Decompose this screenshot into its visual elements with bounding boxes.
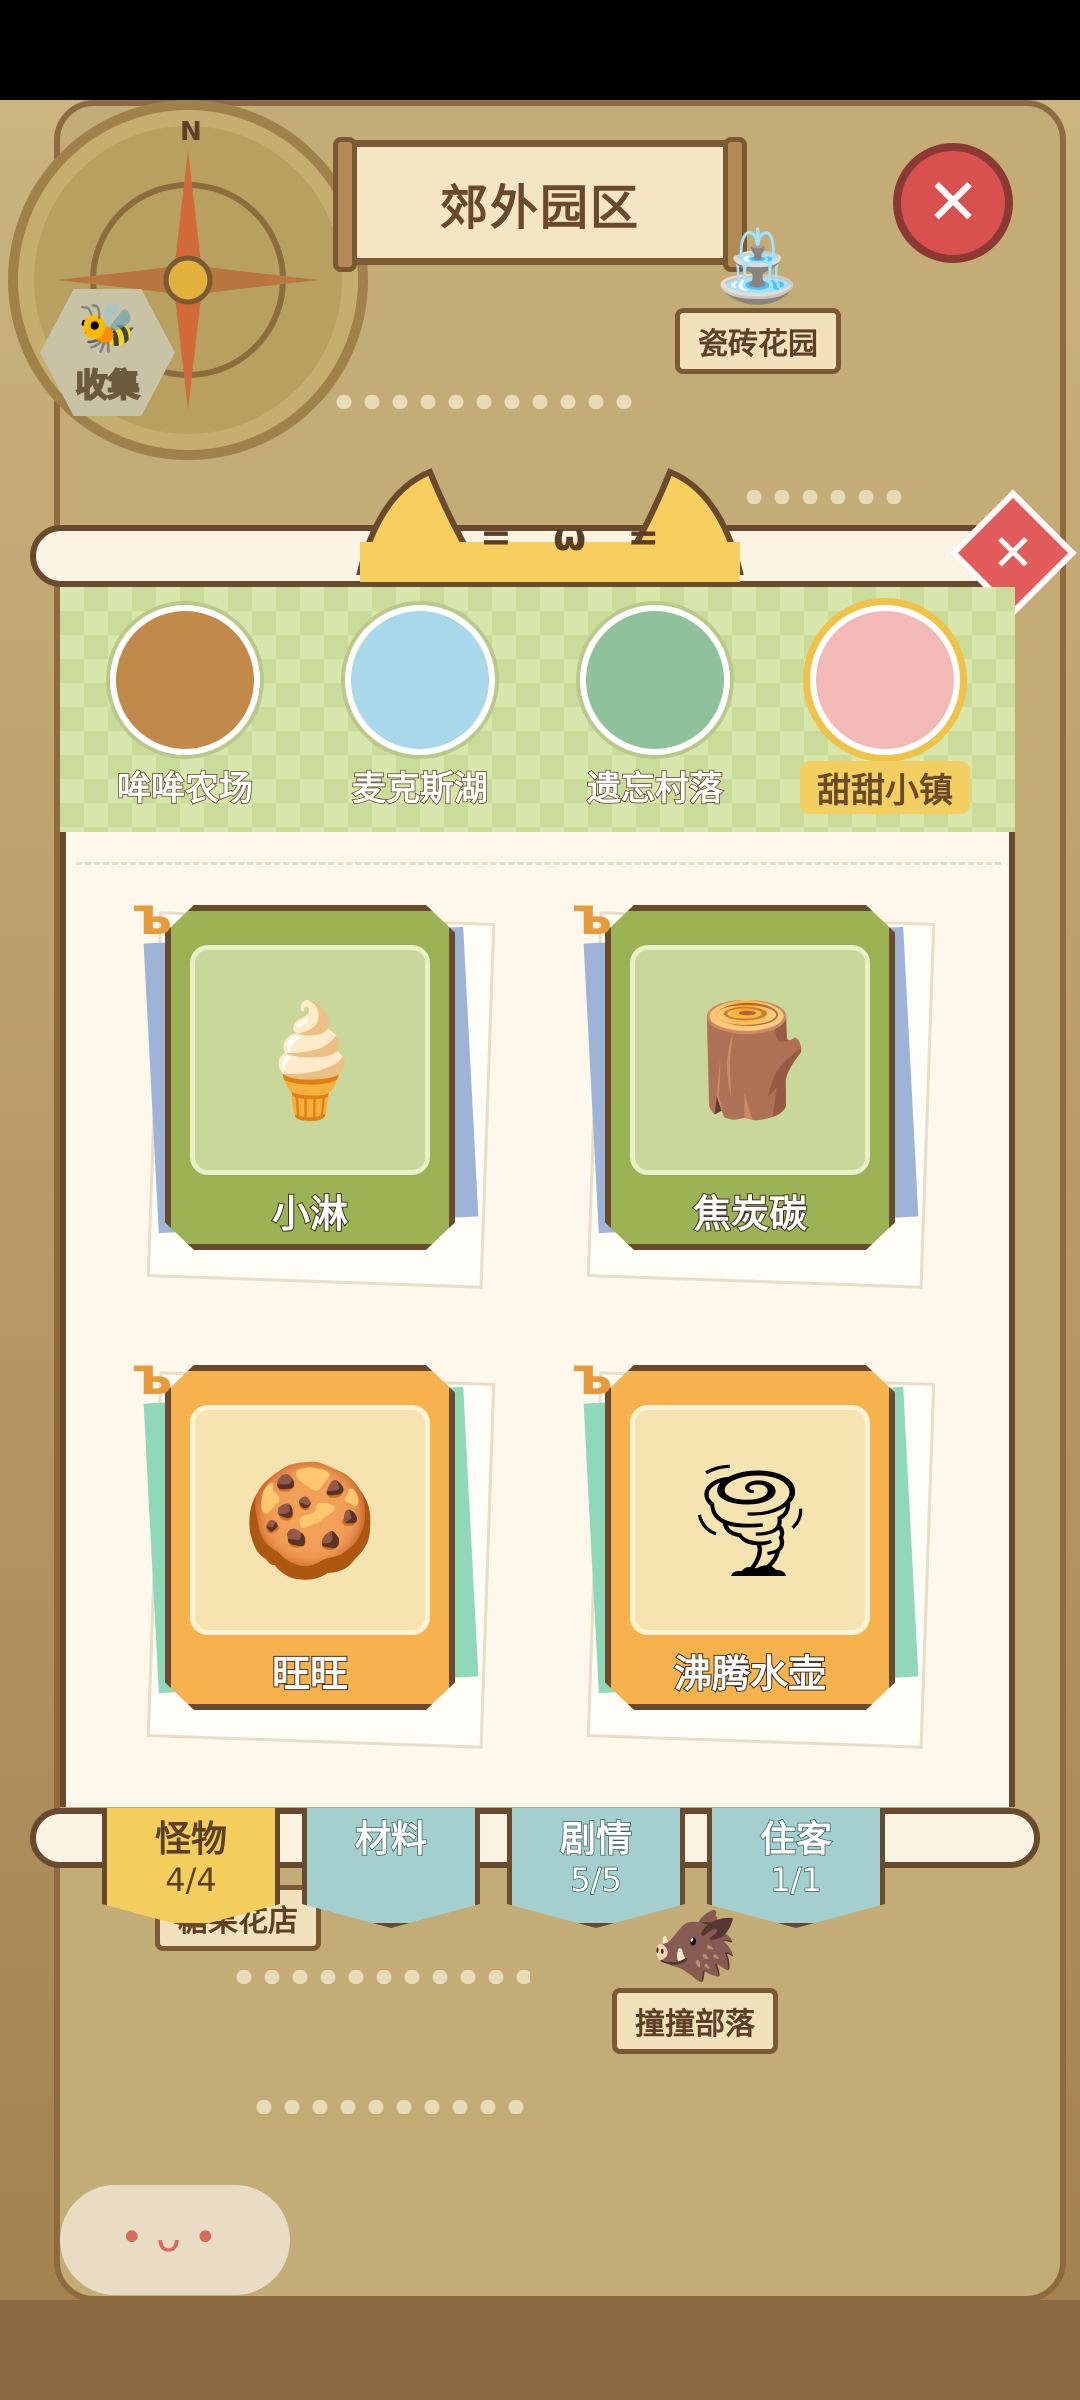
monster-card-wangwang[interactable]: 🍪 旺旺 ъ	[133, 1347, 496, 1749]
card-name: 焦炭碳	[692, 1191, 808, 1237]
collect-label: 收集	[74, 365, 140, 405]
divider	[76, 862, 1001, 865]
area-title: 郊外园区	[439, 179, 640, 236]
monster-card-xiaolin[interactable]: 🍦 小淋 ъ	[133, 887, 496, 1289]
region-thumbnail	[580, 605, 730, 755]
svg-text:N: N	[180, 117, 202, 147]
tab-count: 4/4	[165, 1861, 217, 1899]
charcoal-monster-icon: 🪵	[681, 995, 819, 1124]
map-path	[740, 490, 910, 504]
tab-residents[interactable]: 住客 1/1	[707, 1808, 885, 1928]
ribbon-clip-icon: ъ	[573, 887, 613, 947]
region-tab-forgotten-village[interactable]: 遗忘村落	[570, 605, 740, 810]
fountain-icon: ⛲	[714, 225, 802, 307]
region-name: 哞哞农场	[116, 768, 254, 810]
region-tab-sweet-town[interactable]: 甜甜小镇	[800, 605, 970, 814]
tab-materials[interactable]: 材料	[302, 1808, 480, 1928]
card-name: 小淋	[271, 1191, 349, 1237]
cat-face: = ω =	[480, 515, 674, 559]
status-bar	[0, 0, 1080, 100]
region-thumbnail	[110, 605, 260, 755]
region-tab-moo-farm[interactable]: 哞哞农场	[100, 605, 270, 810]
region-thumbnail	[810, 605, 960, 755]
landmark-label: 撞撞部落	[612, 1988, 778, 2054]
region-tab-max-lake[interactable]: 麦克斯湖	[335, 605, 505, 810]
tornado-icon: 🌪	[680, 1455, 820, 1584]
monster-card-boiling-kettle[interactable]: 🌪 沸腾水壶 ъ	[573, 1347, 936, 1749]
map-path	[230, 1970, 530, 1984]
tab-label: 住客	[759, 1819, 833, 1861]
tab-monsters[interactable]: 怪物 4/4	[102, 1808, 280, 1928]
cloud-face: • ᴗ •	[120, 2215, 218, 2261]
region-thumbnail	[345, 605, 495, 755]
card-name: 沸腾水壶	[673, 1651, 827, 1697]
map-path	[330, 395, 640, 409]
gingerbread-icon: 🍪	[241, 1455, 379, 1584]
region-name: 遗忘村落	[586, 768, 724, 810]
landmark-tile-garden[interactable]: ⛲ 瓷砖花园	[668, 225, 848, 374]
landmark-label: 瓷砖花园	[675, 308, 841, 374]
landmark-bump-tribe[interactable]: 🐗 撞撞部落	[605, 1905, 785, 2054]
tab-count: 1/1	[770, 1860, 823, 1900]
sign-post-left	[333, 137, 357, 272]
close-icon: ✕	[926, 166, 980, 240]
ribbon-clip-icon: ъ	[133, 887, 173, 947]
ice-cream-icon: 🍦	[241, 995, 379, 1124]
bee-icon: 🐝	[77, 300, 138, 356]
ribbon-clip-icon: ъ	[133, 1347, 173, 1407]
compass-icon: N	[8, 100, 368, 460]
tab-story[interactable]: 剧情 5/5	[507, 1808, 685, 1928]
ribbon-clip-icon: ъ	[573, 1347, 613, 1407]
tab-label: 怪物	[154, 1819, 227, 1860]
close-map-button[interactable]: ✕	[893, 143, 1013, 263]
tab-label: 剧情	[559, 1819, 633, 1861]
region-name: 麦克斯湖	[351, 768, 489, 810]
tab-label: 材料	[354, 1819, 428, 1861]
close-icon: ✕	[992, 524, 1034, 582]
region-name: 甜甜小镇	[800, 761, 970, 814]
card-name: 旺旺	[271, 1651, 349, 1697]
tab-count: 5/5	[570, 1860, 623, 1900]
map-path	[250, 2100, 530, 2114]
monster-card-charcoal[interactable]: 🪵 焦炭碳 ъ	[573, 887, 936, 1289]
map-bottom-edge	[0, 2300, 1080, 2400]
